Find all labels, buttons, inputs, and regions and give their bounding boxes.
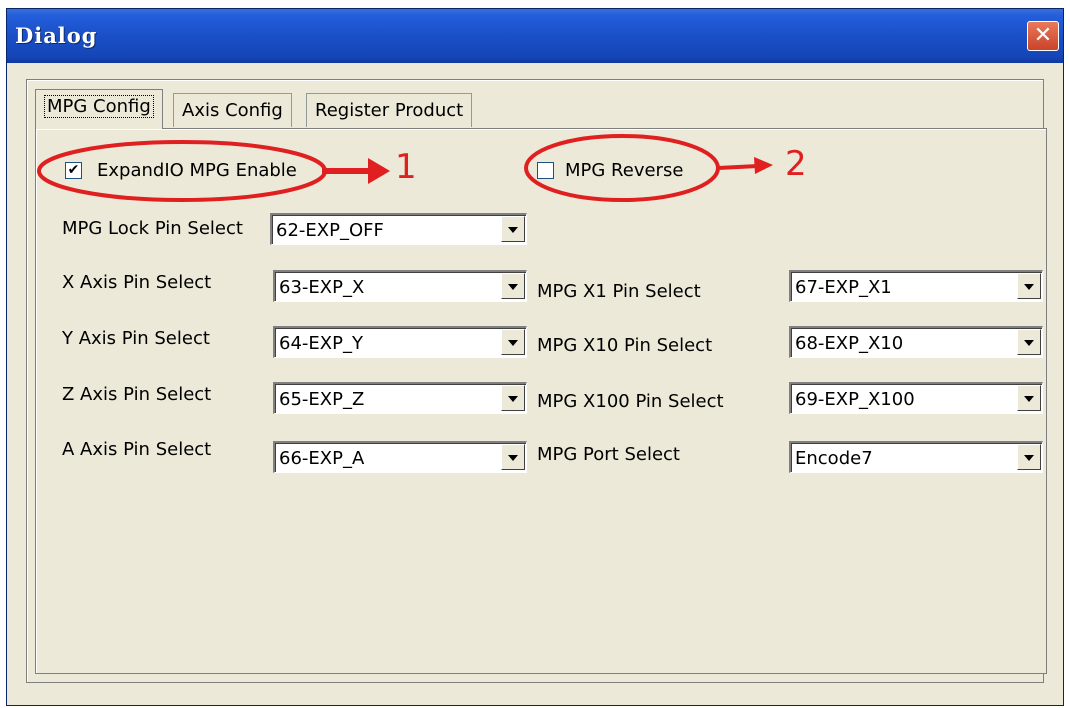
mpg-reverse-checkbox[interactable] <box>537 162 554 179</box>
dropdown-value: 62-EXP_OFF <box>276 220 384 241</box>
chevron-down-icon[interactable] <box>1017 385 1041 411</box>
dropdown-value: 64-EXP_Y <box>279 333 363 354</box>
checkmark-icon: ✔ <box>67 162 80 178</box>
dropdown-value: Encode7 <box>795 448 873 469</box>
mpg-x10-pin-select-dropdown[interactable]: 68-EXP_X10 <box>789 326 1043 358</box>
chevron-down-icon[interactable] <box>1017 329 1041 355</box>
chevron-down-icon[interactable] <box>501 385 525 411</box>
mpg-reverse-label[interactable]: MPG Reverse <box>565 160 683 181</box>
mpg-x1-pin-select-dropdown[interactable]: 67-EXP_X1 <box>789 270 1043 302</box>
dropdown-value: 65-EXP_Z <box>279 389 365 410</box>
x-axis-pin-select-label: X Axis Pin Select <box>62 272 212 293</box>
mpg-x10-pin-select-label: MPG X10 Pin Select <box>537 335 713 356</box>
chevron-down-icon[interactable] <box>501 216 525 242</box>
mpg-lock-pin-select-dropdown[interactable]: 62-EXP_OFF <box>270 213 527 245</box>
window-title: Dialog <box>15 23 98 48</box>
tab-label: Axis Config <box>182 100 283 121</box>
mpg-x1-pin-select-label: MPG X1 Pin Select <box>537 281 701 302</box>
dropdown-value: 67-EXP_X1 <box>795 277 892 298</box>
tab-label: Register Product <box>315 100 464 121</box>
y-axis-pin-select-label: Y Axis Pin Select <box>62 328 210 349</box>
chevron-down-icon[interactable] <box>1017 444 1041 470</box>
chevron-down-icon[interactable] <box>1017 273 1041 299</box>
annotation-number-2: 2 <box>785 144 807 184</box>
a-axis-pin-select-label: A Axis Pin Select <box>62 439 212 460</box>
annotation-number-1: 1 <box>395 147 417 187</box>
tab-mpg-config[interactable]: MPG Config <box>35 89 163 129</box>
title-bar[interactable]: Dialog ✕ <box>7 9 1063 63</box>
expandio-mpg-enable-checkbox[interactable]: ✔ <box>65 162 82 179</box>
tab-register-product[interactable]: Register Product <box>306 93 473 127</box>
mpg-lock-pin-select-label: MPG Lock Pin Select <box>62 218 243 239</box>
a-axis-pin-select-dropdown[interactable]: 66-EXP_A <box>273 441 527 473</box>
dropdown-value: 66-EXP_A <box>279 448 365 469</box>
x-axis-pin-select-dropdown[interactable]: 63-EXP_X <box>273 270 527 302</box>
chevron-down-icon[interactable] <box>501 329 525 355</box>
mpg-x100-pin-select-label: MPG X100 Pin Select <box>537 391 724 412</box>
mpg-port-select-label: MPG Port Select <box>537 444 680 465</box>
close-icon: ✕ <box>1033 23 1053 48</box>
z-axis-pin-select-label: Z Axis Pin Select <box>62 384 212 405</box>
close-button[interactable]: ✕ <box>1027 21 1059 51</box>
z-axis-pin-select-dropdown[interactable]: 65-EXP_Z <box>273 382 527 414</box>
dropdown-value: 63-EXP_X <box>279 277 365 298</box>
chevron-down-icon[interactable] <box>501 444 525 470</box>
y-axis-pin-select-dropdown[interactable]: 64-EXP_Y <box>273 326 527 358</box>
mpg-port-select-dropdown[interactable]: Encode7 <box>789 441 1043 473</box>
expandio-mpg-enable-label[interactable]: ExpandIO MPG Enable <box>97 160 297 181</box>
dropdown-value: 68-EXP_X10 <box>795 333 904 354</box>
tab-label: MPG Config <box>44 95 154 118</box>
dropdown-value: 69-EXP_X100 <box>795 389 915 410</box>
mpg-x100-pin-select-dropdown[interactable]: 69-EXP_X100 <box>789 382 1043 414</box>
tab-axis-config[interactable]: Axis Config <box>173 93 292 127</box>
chevron-down-icon[interactable] <box>501 273 525 299</box>
